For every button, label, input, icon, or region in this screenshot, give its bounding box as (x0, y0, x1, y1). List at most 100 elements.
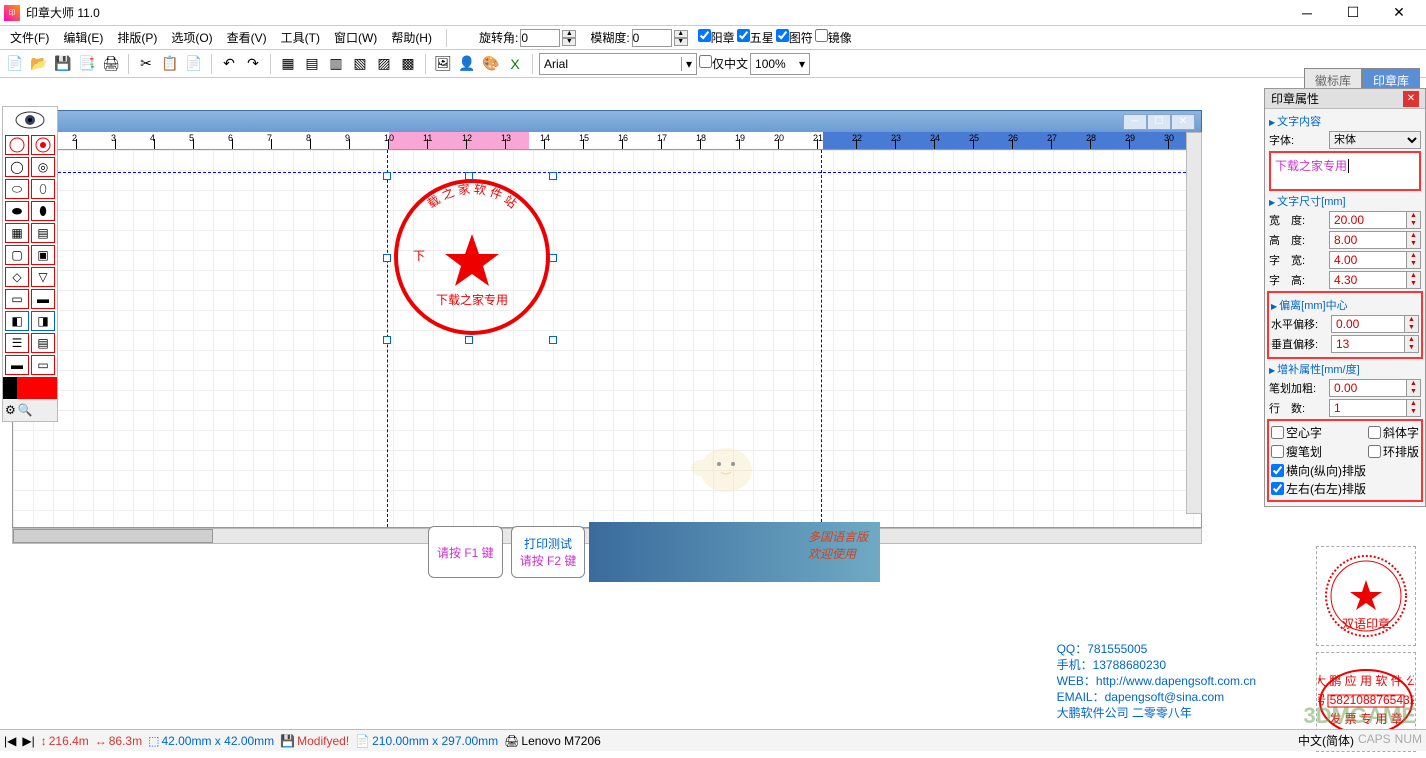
zoom-select[interactable]: 100%▾ (750, 53, 810, 75)
shape-split-v[interactable]: ◧ (5, 311, 29, 331)
tool-grid6[interactable]: ▩ (397, 53, 419, 75)
shape-grid2[interactable]: ▤ (31, 223, 55, 243)
color-picker[interactable] (3, 377, 57, 399)
shape-circle-star[interactable] (5, 135, 29, 155)
tool-grid4[interactable]: ▧ (349, 53, 371, 75)
h-offset-input[interactable]: 0.00▲▼ (1331, 315, 1419, 333)
menu-edit[interactable]: 编辑(E) (57, 27, 109, 48)
tool-grid5[interactable]: ▨ (373, 53, 395, 75)
shape-linerect[interactable]: ▭ (31, 355, 55, 375)
preview-item-1[interactable]: 双语印章 (1316, 546, 1416, 646)
seal-object[interactable]: 载 之 家 软 件 站 下 下载之家专用 (391, 176, 553, 338)
menu-help[interactable]: 帮助(H) (385, 27, 438, 48)
tool-open[interactable]: 📂 (28, 53, 50, 75)
cb-thin[interactable]: 瘦笔划 (1271, 443, 1322, 460)
shape-triangle[interactable]: ▽ (31, 267, 55, 287)
tool-print[interactable]: 🖨 (100, 53, 122, 75)
section-extra[interactable]: 增补属性[mm/度] (1269, 361, 1421, 377)
status-page: 📄210.00mm x 297.00mm (355, 734, 498, 748)
shape-bars2[interactable]: ▤ (31, 333, 55, 353)
shape-longbar[interactable]: ▬ (5, 355, 29, 375)
cb-tufu[interactable]: 图符 (776, 29, 813, 46)
shape-oval[interactable]: ⬭ (5, 179, 29, 199)
shape-oval-h2[interactable]: ⬮ (31, 201, 55, 221)
tool-grid3[interactable]: ▥ (325, 53, 347, 75)
shape-grid[interactable]: ▦ (5, 223, 29, 243)
rotation-input[interactable] (520, 29, 560, 47)
line-count-input[interactable]: 1▲▼ (1329, 399, 1421, 417)
tool-cut[interactable]: ✂ (135, 53, 157, 75)
tool-xls[interactable]: X (504, 53, 526, 75)
menu-layout[interactable]: 排版(P) (111, 27, 163, 48)
tool-grid2[interactable]: ▤ (301, 53, 323, 75)
tool-undo[interactable]: ↶ (218, 53, 240, 75)
shape-bars[interactable]: ☰ (5, 333, 29, 353)
shape-oval-h[interactable]: ⬬ (5, 201, 29, 221)
tool-color[interactable]: 🎨 (480, 53, 502, 75)
shape-circle[interactable]: ◯ (5, 157, 29, 177)
text-content-input[interactable]: 下载之家专用 (1269, 151, 1421, 191)
nav-first[interactable]: |◀ (4, 734, 16, 748)
section-text-size[interactable]: 文字尺寸[mm] (1269, 193, 1421, 209)
minimize-button[interactable]: ─ (1284, 0, 1330, 26)
close-button[interactable]: ✕ (1376, 0, 1422, 26)
char-height-input[interactable]: 4.30▲▼ (1329, 271, 1421, 289)
cb-ring[interactable]: 环排版 (1368, 443, 1419, 460)
cb-star[interactable]: 五星 (737, 29, 774, 46)
maximize-button[interactable]: ☐ (1330, 0, 1376, 26)
menu-window[interactable]: 窗口(W) (328, 27, 383, 48)
menu-view[interactable]: 查看(V) (221, 27, 273, 48)
nav-next[interactable]: ▶| (22, 734, 34, 748)
cb-cnonly[interactable]: 仅中文 (699, 55, 748, 72)
tool-paste[interactable]: 📄 (183, 53, 205, 75)
v-offset-input[interactable]: 13▲▼ (1331, 335, 1419, 353)
doc-close-button[interactable]: ✕ (1171, 114, 1195, 130)
cb-yang[interactable]: 阳章 (698, 29, 735, 46)
cb-lr[interactable]: 左右(右左)排版 (1271, 480, 1419, 497)
doc-min-button[interactable]: ─ (1123, 114, 1147, 130)
tool-user[interactable]: 👤 (456, 53, 478, 75)
blur-spinner[interactable]: ▲▼ (674, 30, 688, 46)
shape-split-h[interactable]: ◨ (31, 311, 55, 331)
cb-horiz[interactable]: 横向(纵向)排版 (1271, 462, 1419, 479)
tool-image[interactable]: 🖼 (432, 53, 454, 75)
tool-grid1[interactable]: ▦ (277, 53, 299, 75)
shape-diamond[interactable]: ◇ (5, 267, 29, 287)
shape-square[interactable]: ▢ (5, 245, 29, 265)
section-offset[interactable]: 偏离[mm]中心 (1271, 297, 1419, 313)
shape-rect2[interactable]: ▬ (31, 289, 55, 309)
shape-rect[interactable]: ▭ (5, 289, 29, 309)
tool-redo[interactable]: ↷ (242, 53, 264, 75)
menu-tools[interactable]: 工具(T) (275, 27, 326, 48)
cb-italic[interactable]: 斜体字 (1368, 424, 1419, 441)
tool-copy[interactable]: 📋 (159, 53, 181, 75)
document-titlebar[interactable]: .yzf ─ ☐ ✕ (12, 110, 1202, 132)
vertical-scrollbar[interactable] (1186, 132, 1202, 514)
char-width-input[interactable]: 4.00▲▼ (1329, 251, 1421, 269)
shape-ring[interactable]: ◎ (31, 157, 55, 177)
rotation-spinner[interactable]: ▲▼ (562, 30, 576, 46)
cb-mirror[interactable]: 镜像 (815, 29, 852, 46)
cb-hollow[interactable]: 空心字 (1271, 424, 1322, 441)
shape-circle-dot[interactable] (31, 135, 55, 155)
tool-save[interactable]: 💾 (52, 53, 74, 75)
menu-options[interactable]: 选项(O) (165, 27, 218, 48)
tool-saveall[interactable]: 📑 (76, 53, 98, 75)
height-input[interactable]: 8.00▲▼ (1329, 231, 1421, 249)
preview-icon[interactable]: 🔍 (18, 403, 33, 417)
font-select[interactable]: Arial▾ (539, 53, 697, 75)
section-text-content[interactable]: 文字内容 (1269, 113, 1421, 129)
blur-input[interactable] (632, 29, 672, 47)
width-input[interactable]: 20.00▲▼ (1329, 211, 1421, 229)
gear-icon[interactable]: ⚙ (5, 403, 16, 417)
font-family-select[interactable]: 宋体 (1329, 131, 1421, 149)
menu-file[interactable]: 文件(F) (4, 27, 55, 48)
shape-square2[interactable]: ▣ (31, 245, 55, 265)
shape-oval-ring[interactable]: ⬯ (31, 179, 55, 199)
site-watermark: 3DMGAME (1304, 703, 1416, 729)
stroke-bold-input[interactable]: 0.00▲▼ (1329, 379, 1421, 397)
panel-close-button[interactable]: ✕ (1403, 91, 1419, 107)
tool-new[interactable]: 📄 (4, 53, 26, 75)
doc-max-button[interactable]: ☐ (1147, 114, 1171, 130)
canvas[interactable]: 载 之 家 软 件 站 下 下载之家专用 (12, 150, 1202, 528)
